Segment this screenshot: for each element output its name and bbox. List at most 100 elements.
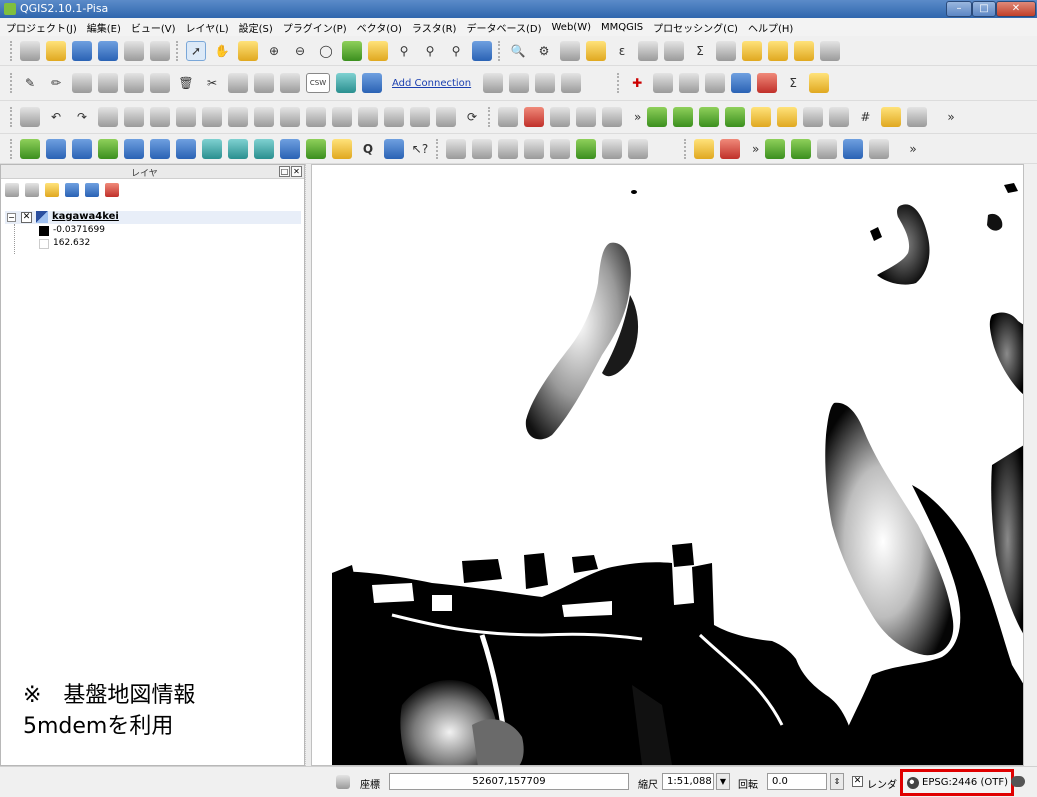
zoom-to-selection-icon[interactable] — [368, 40, 388, 61]
zoom-in-icon[interactable]: ⊕ — [264, 41, 284, 61]
delete-selected-icon[interactable]: 🗑 — [176, 73, 196, 93]
rotation-spinner[interactable]: ⇕ — [830, 773, 844, 790]
refresh-icon[interactable] — [472, 40, 492, 61]
vector-tool-1-icon[interactable] — [647, 107, 668, 127]
raster-tool-4-icon[interactable] — [524, 138, 544, 159]
add-raster-layer-icon[interactable] — [46, 138, 66, 159]
add-delimited-text-icon[interactable] — [280, 138, 300, 159]
qgis-q-icon[interactable]: Q — [358, 139, 378, 159]
plugin-house-icon[interactable] — [869, 138, 890, 159]
gps-tools-icon[interactable] — [679, 73, 700, 93]
menu-view[interactable]: ビュー(V) — [131, 20, 176, 35]
run-feature-action-icon[interactable]: ⚙ — [534, 41, 554, 61]
raster-tool-7-icon[interactable] — [602, 138, 622, 159]
toolbar-overflow-button[interactable]: » — [752, 142, 759, 156]
vector-tool-5-icon[interactable] — [751, 107, 772, 127]
add-group-icon[interactable] — [25, 183, 39, 197]
merge-attributes-icon[interactable] — [410, 107, 430, 127]
db-connection-icon[interactable] — [362, 73, 382, 93]
split-parts-icon[interactable] — [358, 107, 378, 127]
plugin-box-icon[interactable] — [561, 73, 582, 93]
new-bookmark-icon[interactable] — [768, 40, 788, 61]
add-wms-layer-icon[interactable] — [202, 138, 222, 159]
road-graph-icon[interactable] — [757, 73, 778, 93]
grid-icon[interactable]: # — [855, 107, 875, 127]
fill-ring-icon[interactable] — [202, 107, 222, 127]
raster-tool-1-icon[interactable] — [446, 138, 466, 159]
toolbar-grip[interactable] — [10, 107, 14, 127]
raster-tool-5-icon[interactable] — [550, 138, 570, 159]
zoom-to-layer-icon[interactable]: ⚲ — [394, 41, 414, 61]
new-project-icon[interactable] — [20, 40, 40, 61]
coordinate-capture-icon[interactable]: ✚ — [627, 73, 647, 93]
delete-ring-icon[interactable] — [228, 107, 248, 127]
heatmap-icon[interactable] — [705, 73, 726, 93]
scale-dropdown-button[interactable]: ▼ — [716, 773, 730, 790]
identify-icon[interactable]: 🔍 — [508, 41, 528, 61]
save-layer-edits-icon[interactable] — [72, 73, 92, 93]
raster-tool-8-icon[interactable] — [628, 138, 648, 159]
zoom-full-icon[interactable] — [342, 40, 362, 61]
crs-status-button[interactable]: EPSG:2446 (OTF) — [900, 769, 1014, 796]
add-wcs-layer-icon[interactable] — [228, 138, 248, 159]
vector-tool-9-icon[interactable] — [881, 107, 902, 127]
plugin-xd-icon[interactable] — [791, 138, 812, 159]
vector-tool-4-icon[interactable] — [725, 107, 746, 127]
menu-database[interactable]: データベース(D) — [466, 20, 541, 35]
menu-web[interactable]: Web(W) — [551, 22, 591, 33]
deselect-all-icon[interactable] — [586, 40, 606, 61]
whats-this-icon[interactable]: ↖? — [410, 139, 430, 159]
minimize-button[interactable]: – — [946, 1, 972, 17]
plugin-green-icon[interactable] — [765, 138, 786, 159]
add-part-icon[interactable] — [176, 107, 196, 127]
statistical-summary-icon[interactable]: Σ — [690, 41, 710, 61]
redo-icon[interactable]: ↷ — [72, 107, 92, 127]
remove-layer-icon[interactable] — [105, 183, 119, 197]
close-button[interactable]: ✕ — [996, 1, 1036, 17]
show-bookmarks-icon[interactable] — [794, 40, 814, 61]
georeferencer-icon[interactable] — [653, 73, 674, 93]
raster-tool-3-icon[interactable] — [498, 138, 518, 159]
toolbar-grip[interactable] — [176, 40, 180, 61]
add-connection-link[interactable]: Add Connection — [392, 78, 471, 89]
maximize-button[interactable]: □ — [972, 1, 996, 17]
menu-raster[interactable]: ラスタ(R) — [412, 20, 457, 35]
menu-project[interactable]: プロジェクト(J) — [6, 20, 77, 35]
rotate-label-icon[interactable] — [602, 107, 622, 127]
attribute-table-icon[interactable] — [638, 40, 658, 61]
new-print-composer-icon[interactable] — [124, 40, 144, 61]
processing-model-icon[interactable] — [720, 138, 740, 159]
menu-edit[interactable]: 編集(E) — [87, 20, 121, 35]
menu-mmqgis[interactable]: MMQGIS — [601, 22, 643, 33]
vector-tool-6-icon[interactable] — [777, 107, 798, 127]
plugin-shield-icon[interactable] — [843, 138, 864, 159]
messages-icon[interactable] — [1011, 776, 1025, 787]
zonal-stats-icon[interactable]: Σ — [783, 73, 803, 93]
toolbar-grip[interactable] — [10, 73, 14, 93]
add-ring-icon[interactable] — [150, 107, 170, 127]
help-contents-icon[interactable] — [384, 138, 404, 159]
toolbar-overflow-button[interactable]: » — [947, 110, 954, 124]
paste-features-icon[interactable] — [254, 73, 274, 93]
menu-settings[interactable]: 設定(S) — [239, 20, 273, 35]
menu-help[interactable]: ヘルプ(H) — [748, 20, 793, 35]
vector-tool-3-icon[interactable] — [699, 107, 720, 127]
layer-row[interactable]: − ✕ kagawa4kei — [5, 211, 301, 224]
geocode-icon[interactable] — [535, 73, 556, 93]
pan-to-selection-icon[interactable] — [238, 40, 258, 61]
float-panel-button[interactable]: □ — [279, 166, 290, 177]
reload-icon[interactable]: ⟳ — [462, 107, 482, 127]
zoom-native-icon[interactable]: ◯ — [316, 41, 336, 61]
toolbar-grip[interactable] — [617, 73, 621, 93]
select-features-icon[interactable] — [560, 40, 580, 61]
add-vector-layer-icon[interactable] — [20, 138, 40, 159]
plugin-upload-icon[interactable] — [483, 73, 504, 93]
save-as-icon[interactable] — [98, 40, 118, 61]
zoom-out-icon[interactable]: ⊖ — [290, 41, 310, 61]
label-tool-icon[interactable] — [498, 107, 518, 127]
plugin-download-icon[interactable] — [509, 73, 530, 93]
copy-features-icon[interactable] — [228, 73, 248, 93]
layer-name[interactable]: kagawa4kei — [52, 211, 119, 222]
toggle-editing-icon[interactable]: ✏ — [46, 73, 66, 93]
add-spatialite-layer-icon[interactable] — [98, 138, 118, 159]
